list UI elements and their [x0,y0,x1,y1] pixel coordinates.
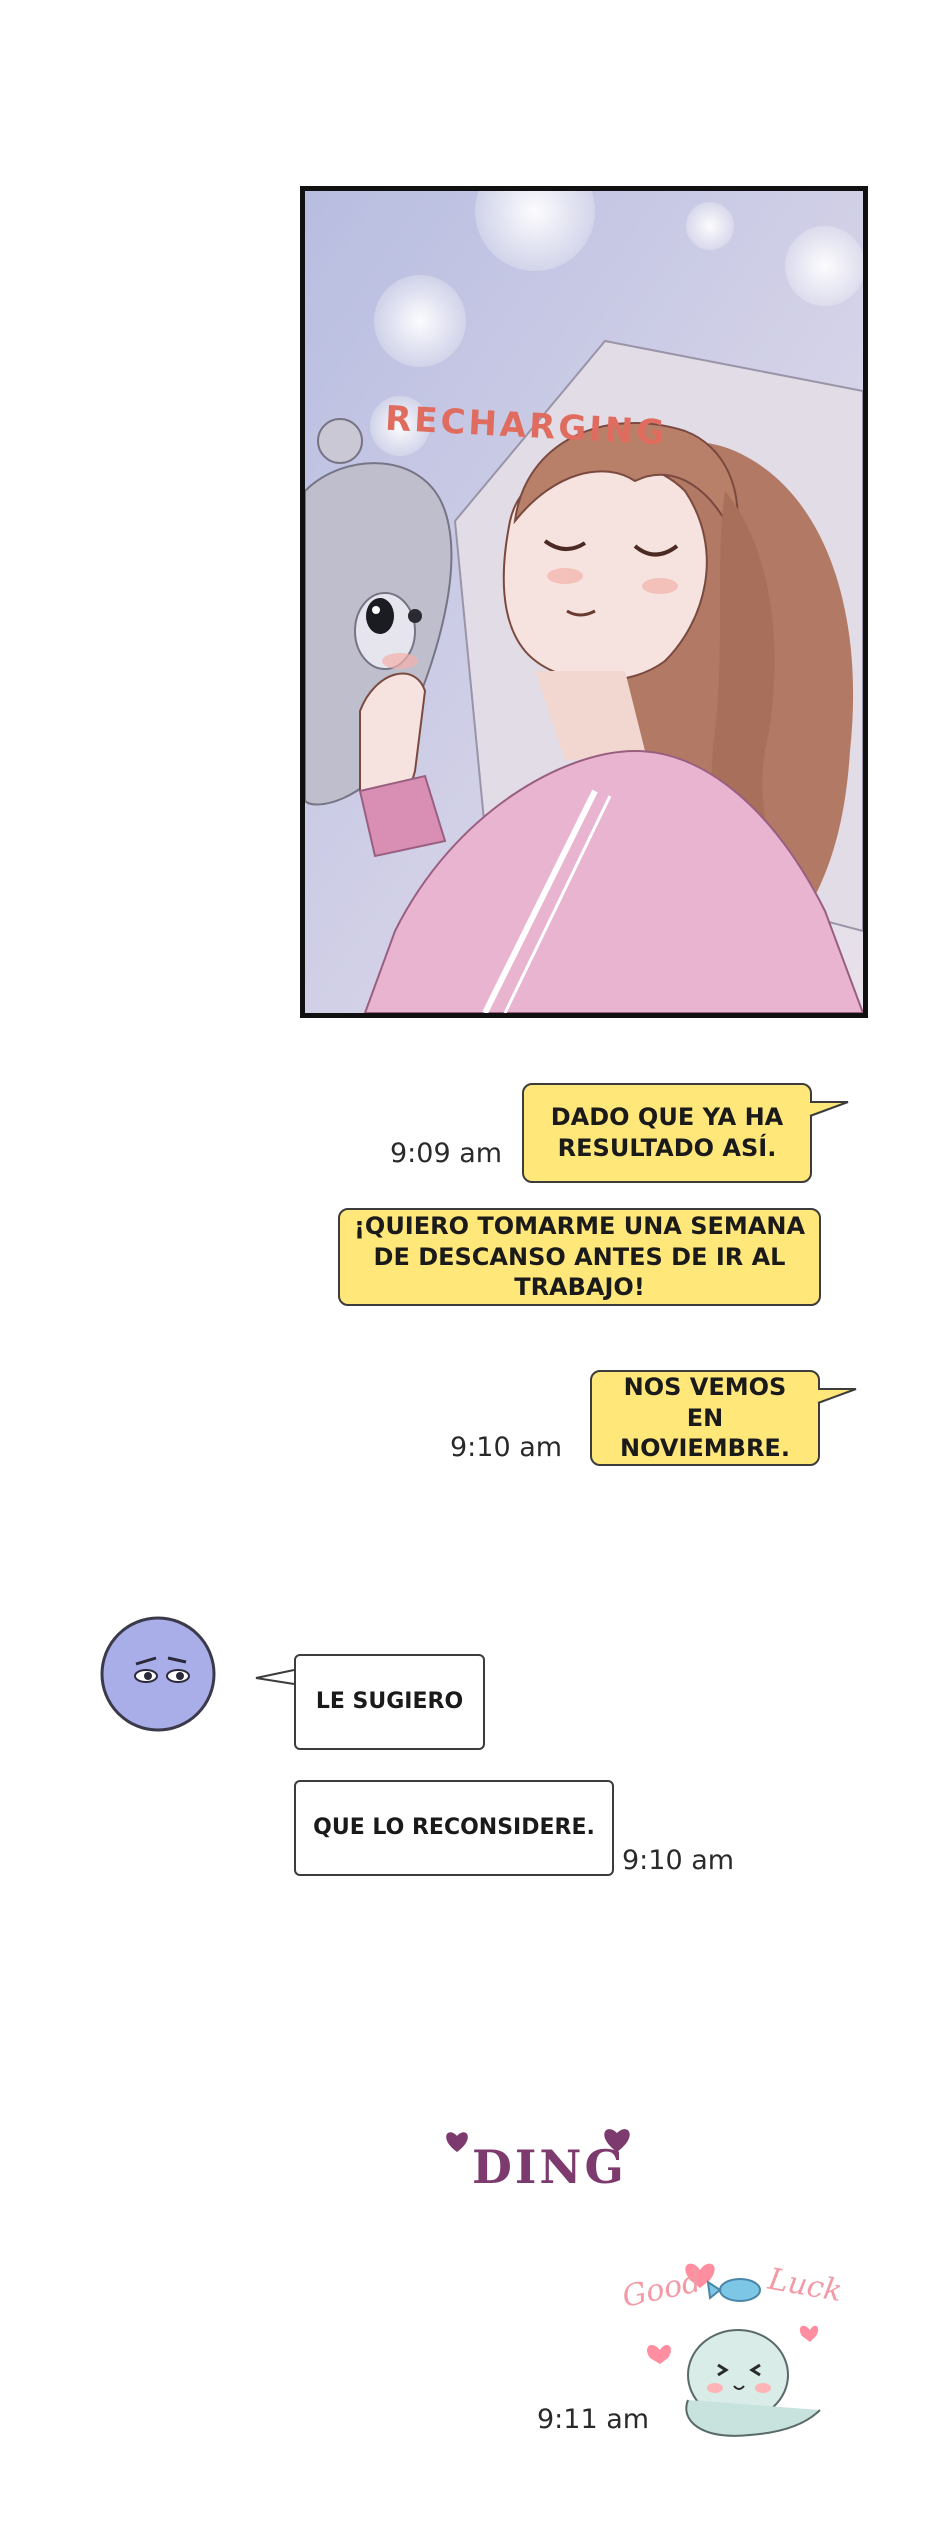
chat-bubble-sent: NOS VEMOS EN NOVIEMBRE. [590,1370,820,1466]
good-luck-sticker: Good Luck [619,2250,845,2450]
panel-illustration [305,191,863,1013]
bubble-tail [809,1101,849,1117]
timestamp: 9:09 am [390,1138,503,1169]
message-text: LE SUGIERO [315,1688,464,1714]
chat-bubble-received: LE SUGIERO [294,1654,485,1750]
comic-panel: RECHARGING [300,186,868,1018]
bubble-tail [817,1388,857,1404]
chat-bubble-received: QUE LO RECONSIDERE. [294,1780,614,1876]
message-text: ¡QUIERO TOMARME UNA SEMANA DE DESCANSO A… [353,1211,806,1302]
message-text: DADO QUE YA HA RESULTADO ASÍ. [550,1103,784,1162]
timestamp: 9:10 am [622,1845,735,1876]
chat-bubble-sent: DADO QUE YA HA RESULTADO ASÍ. [522,1083,812,1183]
timestamp: 9:11 am [537,2404,650,2435]
message-text: QUE LO RECONSIDERE. [313,1814,595,1840]
timestamp: 9:10 am [450,1432,563,1463]
heart-icon [604,2129,630,2152]
avatar [100,1616,216,1732]
chat-bubble-sent: ¡QUIERO TOMARME UNA SEMANA DE DESCANSO A… [338,1208,821,1306]
heart-icon [446,2132,468,2152]
bubble-tail [255,1669,295,1685]
message-text: NOS VEMOS EN NOVIEMBRE. [620,1372,790,1463]
